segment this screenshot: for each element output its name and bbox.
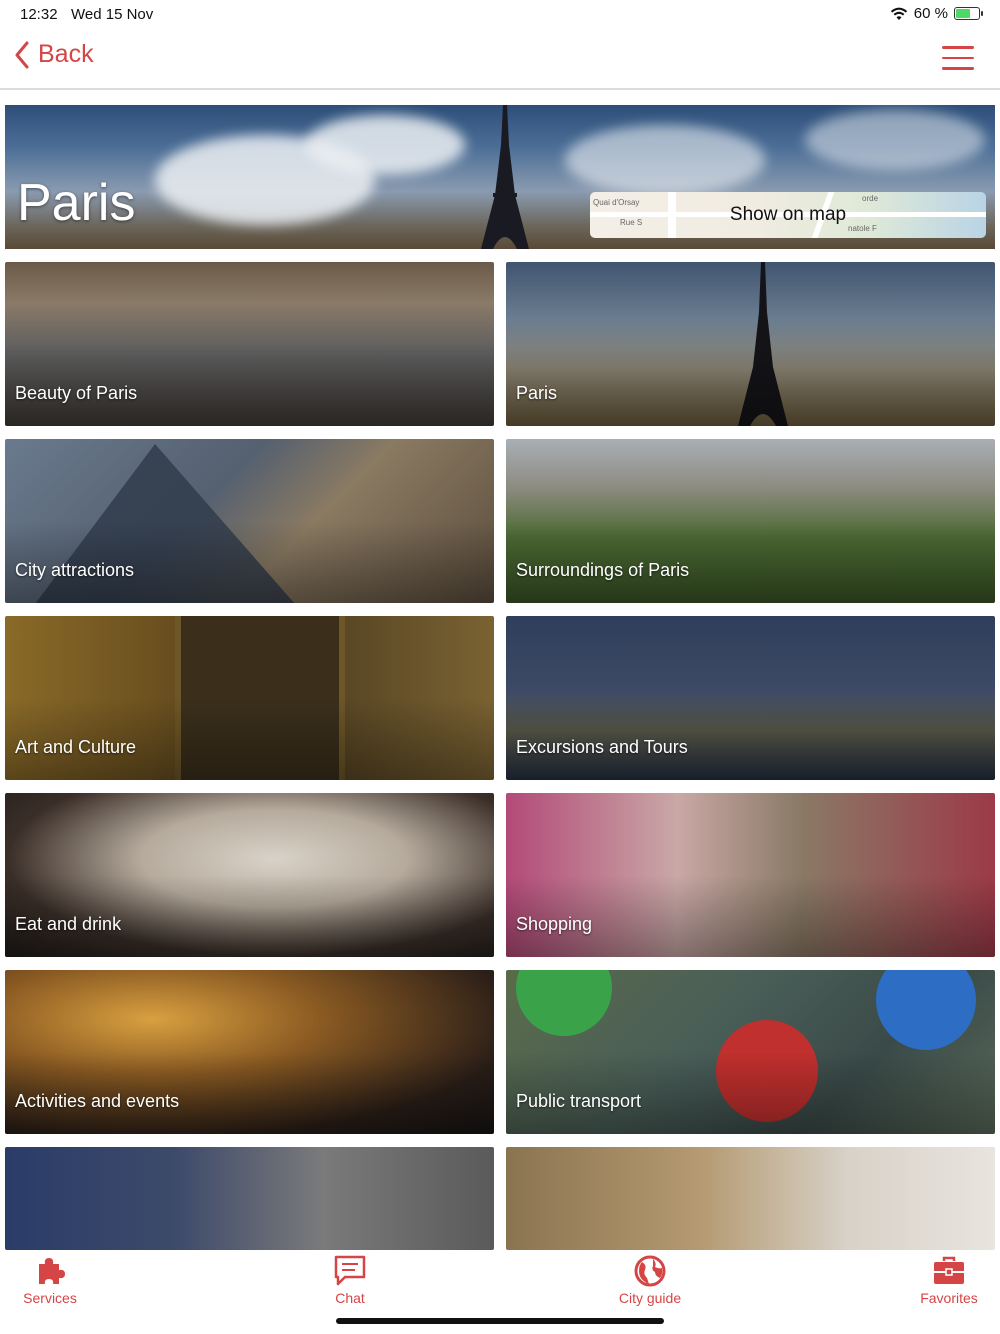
home-indicator <box>336 1318 664 1324</box>
category-tile[interactable]: Paris <box>506 262 995 426</box>
category-label: City attractions <box>15 560 135 580</box>
category-tile[interactable]: Public transport <box>506 970 995 1134</box>
tab-services[interactable]: Services <box>0 1254 100 1306</box>
category-tile[interactable]: Art and Culture <box>5 616 494 780</box>
battery-fill <box>956 9 971 18</box>
back-label: Back <box>38 40 94 68</box>
eiffel-tower-image <box>481 105 529 249</box>
battery-icon <box>954 7 983 20</box>
hamburger-menu-icon[interactable] <box>942 46 974 70</box>
back-button[interactable]: Back <box>14 40 94 69</box>
status-time: 12:32 <box>20 6 58 23</box>
category-tile[interactable]: Shopping <box>506 793 995 957</box>
battery-percent: 60 % <box>913 5 948 22</box>
category-label: Surroundings of Paris <box>516 560 690 580</box>
chat-icon <box>334 1255 366 1286</box>
category-tile[interactable] <box>5 1147 494 1250</box>
status-date: Wed 15 Nov <box>71 6 154 23</box>
tab-label: City guide <box>618 1290 682 1306</box>
category-label: Excursions and Tours <box>516 737 688 757</box>
map-street-label: orde <box>862 194 879 203</box>
wifi-icon <box>890 7 907 20</box>
category-tile[interactable]: Surroundings of Paris <box>506 439 995 603</box>
status-bar: 12:32 Wed 15 Nov 60 % <box>0 0 1000 30</box>
puzzle-icon <box>39 1258 65 1284</box>
category-tile[interactable]: Excursions and Tours <box>506 616 995 780</box>
city-hero-banner: Paris Quai d'Orsay Rue S orde natole F S… <box>5 105 995 249</box>
category-tile[interactable]: Activities and events <box>5 970 494 1134</box>
status-right: 60 % <box>890 5 983 22</box>
briefcase-icon <box>934 1256 964 1284</box>
category-tile[interactable]: Beauty of Paris <box>5 262 494 426</box>
tab-city-guide[interactable]: City guide <box>600 1254 700 1306</box>
category-label: Eat and drink <box>15 914 122 934</box>
tab-label: Favorites <box>920 1290 978 1306</box>
category-label: Public transport <box>516 1091 642 1111</box>
tab-label: Chat <box>335 1290 365 1306</box>
navigation-bar: Back <box>0 30 1000 90</box>
category-label: Paris <box>516 383 558 403</box>
tab-chat[interactable]: Chat <box>300 1254 400 1306</box>
category-label: Beauty of Paris <box>15 383 138 403</box>
category-label: Activities and events <box>15 1091 180 1111</box>
city-title: Paris <box>17 174 136 232</box>
tab-label: Services <box>23 1290 77 1306</box>
category-tile[interactable]: Eat and drink <box>5 793 494 957</box>
show-on-map-label: Show on map <box>729 204 847 225</box>
globe-icon <box>634 1255 666 1287</box>
category-label: Art and Culture <box>15 737 137 757</box>
show-on-map-button[interactable]: Quai d'Orsay Rue S orde natole F Show on… <box>590 192 986 238</box>
category-tile[interactable] <box>506 1147 995 1250</box>
category-label: Shopping <box>516 914 593 934</box>
tab-favorites[interactable]: Favorites <box>899 1254 999 1306</box>
chevron-left-icon <box>15 41 29 68</box>
category-tile[interactable]: City attractions <box>5 439 494 603</box>
